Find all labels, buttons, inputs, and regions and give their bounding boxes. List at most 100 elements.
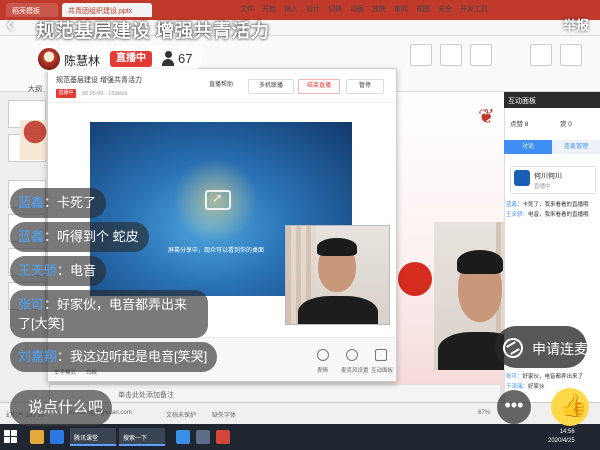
live-title: 规范基层建设 增强共青活力 (36, 21, 270, 42)
multi-camera-button[interactable]: 多机联播 (248, 79, 294, 94)
chat-message: 蓝鑫：听得到个 蛇皮 (10, 222, 149, 252)
comment-input[interactable]: 说点什么吧 (10, 390, 112, 426)
panel-message-name: 王天骄： (506, 212, 529, 218)
mic-settings-label: 麦克风设置 (341, 368, 369, 374)
panel-message-text: 卡死了，我来看看的直播哦 (522, 202, 589, 208)
taskbar-item-classroom[interactable]: 腾讯课堂 (70, 428, 116, 446)
chat-username: 王天骄 (18, 263, 58, 278)
panel-message: 蓝鑫：卡死了，我来看看的直播哦 (506, 200, 598, 208)
live-stream-stats: 00:25:06 · 153kb/s (82, 91, 128, 97)
screen-share-caption: 屏幕分享中，观众可以看到你的桌面 (168, 248, 265, 254)
chat-username: 张可 (18, 297, 45, 312)
clock-time: 14:56 (559, 429, 575, 435)
viewer-icon (162, 51, 174, 67)
chat-username: 蓝鑫 (18, 195, 45, 210)
panel-message-text: 电音，我来看看的直播哦 (528, 212, 589, 218)
panel-message-name: 张可： (506, 374, 523, 380)
cam-person-hair (457, 250, 503, 274)
notes-placeholder[interactable]: 单击此处添加备注 (118, 390, 174, 400)
chat-message: 王天骄：电音 (10, 256, 107, 286)
request-mic-label: 申请连麦 (532, 341, 588, 357)
ribbon-tab-transition[interactable]: 切换 (328, 4, 342, 14)
presenter-card-role: 直播中 (534, 184, 551, 190)
toolbar-button[interactable] (440, 44, 462, 66)
toolbar-button[interactable] (560, 44, 582, 66)
app-icon[interactable] (196, 430, 210, 444)
ribbon-tab-animation[interactable]: 动画 (350, 4, 364, 14)
panel-message-text: 好家伙 (528, 384, 545, 390)
panel-message: 于泽瑞：好家伙 (506, 382, 566, 390)
pause-button[interactable]: 暂停 (346, 79, 384, 94)
interaction-panel-label: 互动面板 (371, 368, 394, 374)
live-window-badge: 直播中 (56, 89, 76, 98)
app-icon[interactable] (176, 430, 190, 444)
interaction-panel-title: 互动面板 (508, 98, 536, 105)
share-arrow-icon: ↗ (212, 191, 223, 205)
likes-count: 点赞 8 (510, 121, 529, 128)
chat-username: 蓝鑫 (18, 229, 45, 244)
slide-bird-icon: ❦ (478, 106, 495, 128)
chat-message: 蓝鑫：卡死了 (10, 188, 107, 218)
ribbon-tab-slideshow[interactable]: 放映 (372, 4, 386, 14)
panel-message: 张可：好家伙，电音都弄出来了 (506, 372, 598, 380)
ribbon-tab-home[interactable]: 开始 (262, 4, 276, 14)
ribbon-tab-insert[interactable]: 插入 (284, 4, 298, 14)
chat-text: 听得到个 蛇皮 (57, 229, 139, 244)
toolbar-button[interactable] (470, 44, 492, 66)
panel-message: 王天骄：电音，我来看看的直播哦 (506, 210, 598, 218)
presenter-card-name: 何川何川 (534, 173, 562, 180)
live-help-button[interactable]: 直播帮助 (198, 79, 244, 94)
chat-text: 电音 (70, 263, 97, 278)
more-options-button[interactable]: ••• (497, 390, 531, 424)
chat-text: 卡死了 (57, 195, 97, 210)
interaction-panel-icon[interactable] (375, 349, 387, 361)
slide-emblem-image (20, 120, 50, 160)
ribbon-tab-security[interactable]: 安全 (438, 4, 452, 14)
panel-message-text: 好家伙，电音都弄出来了 (522, 374, 584, 380)
ribbon-tab-features[interactable]: 特色功能 (494, 4, 522, 14)
webcam-preview-small (285, 225, 390, 325)
host-avatar[interactable] (37, 47, 61, 71)
tab-mic-management[interactable]: 连麦管理 (552, 140, 600, 154)
browser-icon[interactable] (50, 430, 64, 444)
emoji-icon[interactable] (317, 349, 329, 361)
cam-person-hair (317, 238, 357, 256)
ribbon-tab-file[interactable]: 文件 (240, 4, 254, 14)
ribbon-tab-developer[interactable]: 开发工具 (460, 4, 488, 14)
live-window-title: 规范基层建设 增强共青活力 (56, 77, 142, 84)
gifts-count: 赏 0 (560, 121, 572, 128)
ribbon-tab-design[interactable]: 设计 (306, 4, 320, 14)
end-live-button[interactable]: 结束直播 (298, 79, 340, 94)
taskbar-clock[interactable]: 14:56 2020/4/25 (548, 428, 575, 446)
windows-start-icon[interactable] (4, 430, 18, 444)
status-missing-font[interactable]: 缺失字体 (212, 410, 236, 419)
tab-discussion[interactable]: 讨论 (504, 140, 552, 154)
file-explorer-icon[interactable] (30, 430, 44, 444)
wps-icon[interactable] (216, 430, 230, 444)
taskbar-item-search[interactable]: 搜索一下 (119, 428, 165, 446)
chat-message: 张可：好家伙，电音都弄出来了[大笑] (10, 290, 208, 338)
chat-message: 刘嘉翔：我这边听起是电音[笑哭] (10, 342, 218, 372)
ribbon-tab-review[interactable]: 审阅 (394, 4, 408, 14)
chat-text: 好家伙，电音都弄出来了[大笑] (18, 297, 188, 331)
clock-date: 2020/4/25 (548, 438, 575, 444)
toolbar-button[interactable] (410, 44, 432, 66)
status-protection[interactable]: 文档未保护 (166, 410, 196, 419)
back-arrow-icon[interactable]: ‹ (6, 10, 26, 38)
microphone-icon[interactable] (346, 349, 358, 361)
app-tab-document[interactable]: 共青团组织建设.pptx (62, 3, 152, 17)
panel-message-name: 蓝鑫： (506, 202, 523, 208)
presenter-logo-icon (514, 170, 530, 186)
toolbar-button[interactable] (530, 44, 552, 66)
slide-red-sun (398, 262, 432, 296)
outline-tab[interactable]: 大纲 (28, 84, 42, 94)
ribbon-tab-view[interactable]: 视图 (416, 4, 430, 14)
thumbs-up-icon: 👍 (560, 393, 588, 418)
chat-username: 刘嘉翔 (18, 349, 58, 364)
viewer-count: 67 (178, 51, 193, 66)
emoji-label: 表情 (317, 368, 329, 374)
panel-message-name: 于泽瑞： (506, 384, 529, 390)
report-button[interactable]: 举报 (563, 15, 589, 34)
zoom-level[interactable]: 67% (478, 410, 490, 416)
chat-text: 我这边听起是电音[笑哭] (70, 349, 208, 364)
